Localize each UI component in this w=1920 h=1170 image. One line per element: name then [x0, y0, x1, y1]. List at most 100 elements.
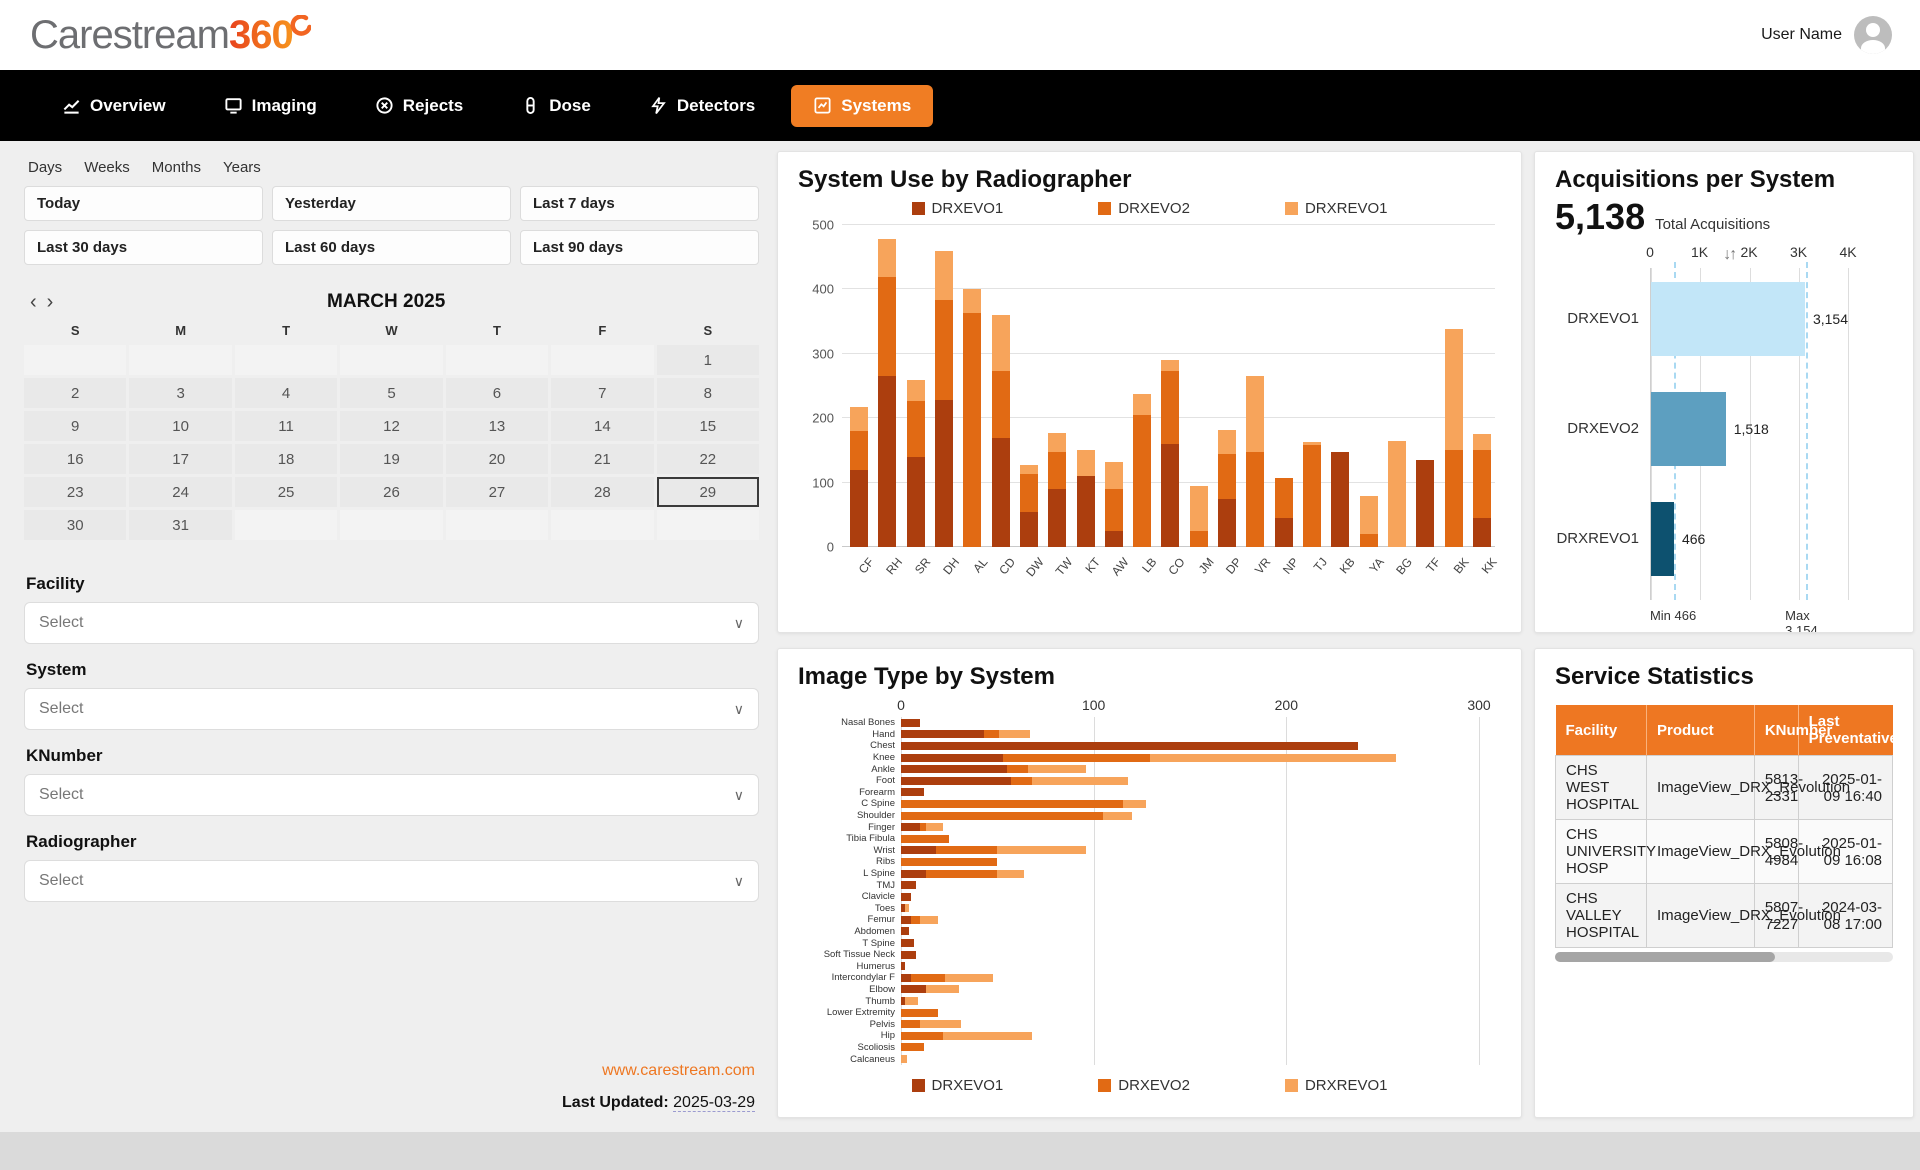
x-label: CO — [1166, 555, 1188, 578]
x-label: DW — [1023, 555, 1047, 579]
calendar-day-28[interactable]: 28 — [551, 477, 653, 507]
calendar-prev-icon[interactable]: ‹ — [30, 292, 37, 312]
calendar-day-18[interactable]: 18 — [235, 444, 337, 474]
filter-select-facility[interactable]: Select∨ — [24, 602, 759, 644]
calendar-day-header: F — [551, 319, 653, 342]
imgtype-bar: Toes — [901, 903, 1479, 915]
x-label: BK — [1450, 555, 1471, 576]
calendar-day-31[interactable]: 31 — [129, 510, 231, 540]
chevron-down-icon: ∨ — [734, 873, 744, 890]
calendar-day-6[interactable]: 6 — [446, 378, 548, 408]
table-header-1[interactable]: Product — [1646, 705, 1754, 756]
imgtype-bar: Knee — [901, 752, 1479, 764]
calendar-day-1[interactable]: 1 — [657, 345, 759, 375]
imgtype-bar: Clavicle — [901, 891, 1479, 903]
calendar-empty-cell — [446, 345, 548, 375]
calendar-day-26[interactable]: 26 — [340, 477, 442, 507]
range-tab-days[interactable]: Days — [28, 159, 62, 176]
bar-TJ — [1303, 442, 1321, 547]
quick-button-yesterday[interactable]: Yesterday — [272, 186, 511, 221]
system-use-chart: 0100200300400500 — [842, 225, 1501, 547]
legend-item: DRXEVO2 — [1098, 1077, 1190, 1094]
system-use-panel: System Use by Radiographer DRXEVO1DRXEVO… — [777, 151, 1522, 633]
calendar-day-2[interactable]: 2 — [24, 378, 126, 408]
imgtype-bar: Foot — [901, 775, 1479, 787]
calendar-day-13[interactable]: 13 — [446, 411, 548, 441]
calendar-day-15[interactable]: 15 — [657, 411, 759, 441]
nav-item-dose[interactable]: Dose — [499, 85, 613, 127]
range-tab-weeks[interactable]: Weeks — [84, 159, 130, 176]
nav-item-overview[interactable]: Overview — [40, 85, 188, 127]
calendar-day-17[interactable]: 17 — [129, 444, 231, 474]
sort-icon[interactable]: ↓↑ — [1723, 246, 1735, 264]
quick-button-last-30-days[interactable]: Last 30 days — [24, 230, 263, 265]
nav-item-systems[interactable]: Systems — [791, 85, 933, 127]
calendar-day-5[interactable]: 5 — [340, 378, 442, 408]
calendar-day-12[interactable]: 12 — [340, 411, 442, 441]
x-label: AW — [1109, 555, 1132, 578]
calendar-day-23[interactable]: 23 — [24, 477, 126, 507]
acquisitions-title: Acquisitions per System — [1555, 166, 1893, 194]
calendar-day-7[interactable]: 7 — [551, 378, 653, 408]
carestream-link[interactable]: www.carestream.com — [602, 1062, 755, 1079]
imgtype-bar: Intercondylar F — [901, 972, 1479, 984]
calendar-day-16[interactable]: 16 — [24, 444, 126, 474]
quick-button-last-7-days[interactable]: Last 7 days — [520, 186, 759, 221]
image-type-axis: 0100200300 — [901, 697, 1479, 717]
nav-item-rejects[interactable]: Rejects — [353, 85, 485, 127]
user-avatar[interactable] — [1854, 16, 1892, 54]
quick-button-today[interactable]: Today — [24, 186, 263, 221]
calendar-day-22[interactable]: 22 — [657, 444, 759, 474]
nav-item-detectors[interactable]: Detectors — [627, 85, 777, 127]
calendar-day-9[interactable]: 9 — [24, 411, 126, 441]
carestream-logo: Carestream360 — [30, 13, 311, 58]
calendar-day-24[interactable]: 24 — [129, 477, 231, 507]
filter-sidebar: Days Weeks Months Years Today Yesterday Last … — [22, 151, 765, 1118]
calendar-day-27[interactable]: 27 — [446, 477, 548, 507]
calendar-day-3[interactable]: 3 — [129, 378, 231, 408]
calendar-day-4[interactable]: 4 — [235, 378, 337, 408]
imgtype-bar: T Spine — [901, 937, 1479, 949]
calendar-day-11[interactable]: 11 — [235, 411, 337, 441]
legend-item: DRXREVO1 — [1285, 1077, 1388, 1094]
table-scrollbar-thumb[interactable] — [1555, 952, 1775, 962]
total-acquisitions-value: 5,138 — [1555, 196, 1645, 238]
calendar-day-20[interactable]: 20 — [446, 444, 548, 474]
chevron-down-icon: ∨ — [734, 615, 744, 632]
pill-icon — [521, 96, 540, 115]
table-header-2[interactable]: KNumber — [1754, 705, 1798, 756]
bar-JM — [1190, 486, 1208, 547]
quick-button-last-60-days[interactable]: Last 60 days — [272, 230, 511, 265]
range-tab-years[interactable]: Years — [223, 159, 261, 176]
min-label: Min 466 — [1650, 608, 1696, 623]
quick-button-last-90-days[interactable]: Last 90 days — [520, 230, 759, 265]
nav-item-imaging[interactable]: Imaging — [202, 85, 339, 127]
calendar-empty-cell — [551, 510, 653, 540]
imgtype-bar: Elbow — [901, 984, 1479, 996]
table-header-0[interactable]: Facility — [1556, 705, 1647, 756]
calendar-empty-cell — [235, 345, 337, 375]
calendar-day-29[interactable]: 29 — [657, 477, 759, 507]
bar-AL — [963, 289, 981, 547]
filter-select-knumber[interactable]: Select∨ — [24, 774, 759, 816]
calendar-day-21[interactable]: 21 — [551, 444, 653, 474]
calendar-day-10[interactable]: 10 — [129, 411, 231, 441]
range-tabs: Days Weeks Months Years — [24, 155, 759, 186]
bar-CO — [1161, 360, 1179, 547]
calendar-day-30[interactable]: 30 — [24, 510, 126, 540]
calendar-day-14[interactable]: 14 — [551, 411, 653, 441]
imgtype-bar: Hand — [901, 729, 1479, 741]
filter-select-system[interactable]: Select∨ — [24, 688, 759, 730]
calendar-next-icon[interactable]: › — [47, 292, 54, 312]
calendar-empty-cell — [129, 345, 231, 375]
calendar-day-8[interactable]: 8 — [657, 378, 759, 408]
x-label: CF — [856, 555, 877, 576]
calendar-day-25[interactable]: 25 — [235, 477, 337, 507]
calendar-day-19[interactable]: 19 — [340, 444, 442, 474]
filter-select-radiographer[interactable]: Select∨ — [24, 860, 759, 902]
table-header-3[interactable]: Last Preventative — [1798, 705, 1892, 756]
range-tab-months[interactable]: Months — [152, 159, 201, 176]
imgtype-bar: Femur — [901, 914, 1479, 926]
calendar-empty-cell — [446, 510, 548, 540]
x-label: LB — [1140, 555, 1160, 575]
